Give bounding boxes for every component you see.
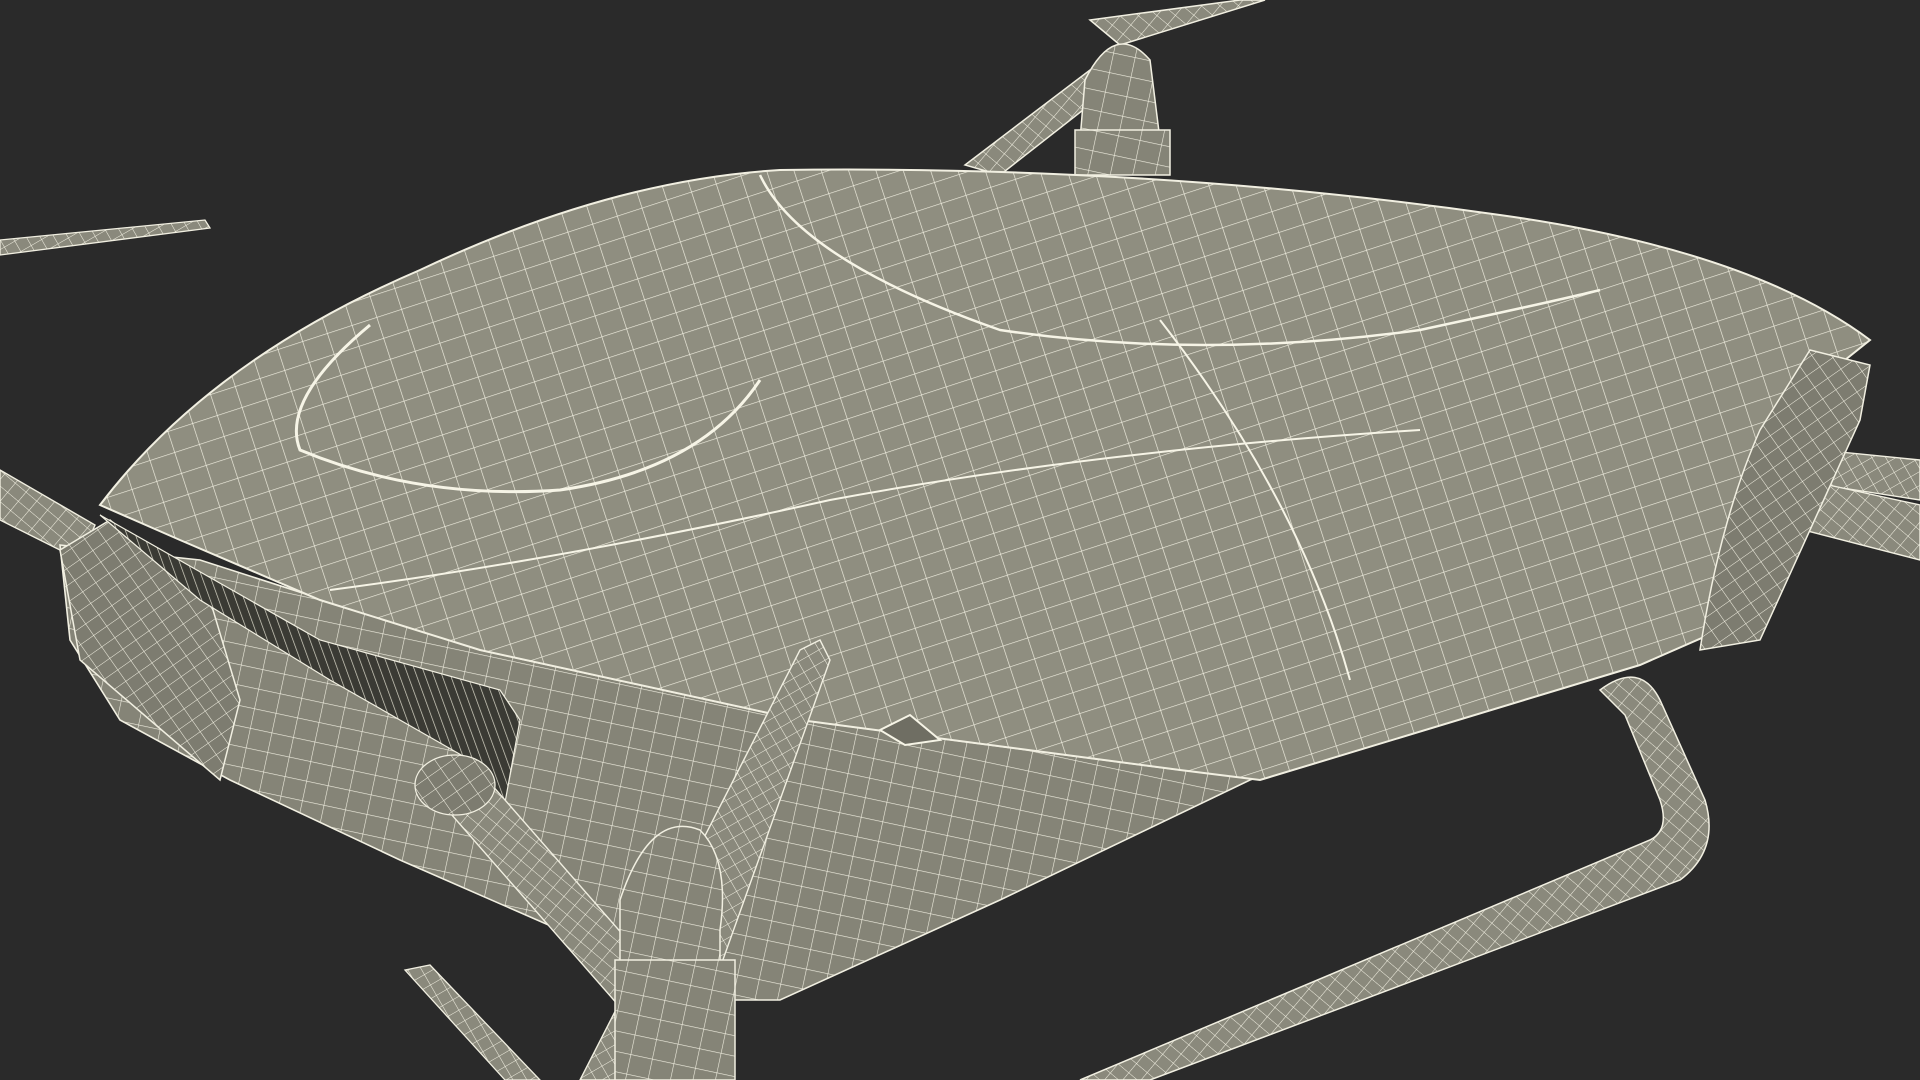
wireframe-viewport	[0, 0, 1920, 1080]
rotor-hub-rear-base	[1074, 129, 1171, 176]
